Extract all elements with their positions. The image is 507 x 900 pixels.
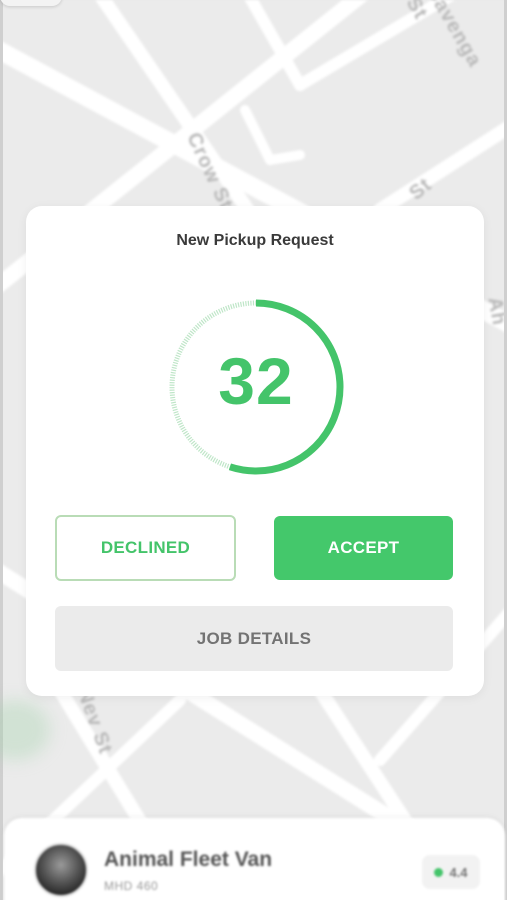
vehicle-panel[interactable]: Animal Fleet Van MHD 460 4.4: [4, 818, 505, 900]
countdown-number: 32: [218, 344, 294, 418]
left-edge: [0, 0, 3, 900]
countdown-timer: 32: [166, 297, 346, 477]
top-bar-handle: [0, 0, 62, 6]
job-details-button[interactable]: JOB DETAILS: [55, 606, 453, 671]
rating-value: 4.4: [449, 864, 468, 880]
rating-badge: 4.4: [422, 855, 480, 889]
decline-button[interactable]: DECLINED: [55, 515, 236, 581]
vehicle-name: Animal Fleet Van: [104, 848, 273, 871]
vehicle-photo-avatar: [34, 843, 88, 897]
pickup-request-card: New Pickup Request 32 DECLINED ACCEPT JO…: [26, 206, 484, 696]
card-title: New Pickup Request: [176, 232, 334, 249]
accept-button[interactable]: ACCEPT: [274, 516, 453, 580]
rating-dot-icon: [434, 867, 444, 877]
vehicle-plate: MHD 460: [104, 879, 159, 893]
